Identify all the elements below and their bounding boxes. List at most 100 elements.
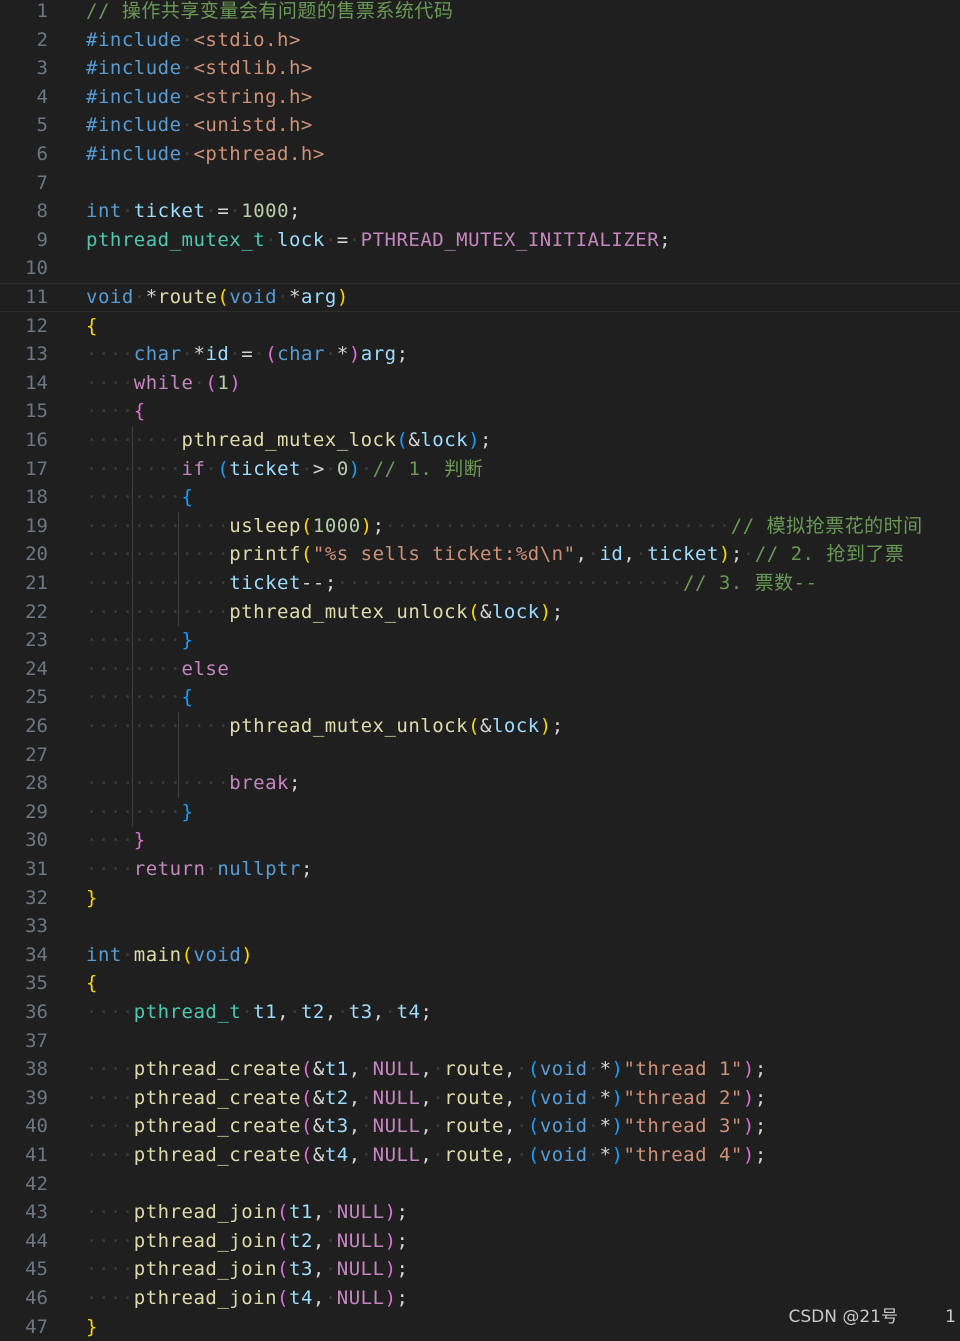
code-token: ············	[86, 715, 230, 737]
code-line[interactable]: 4 #include·<string.h>	[0, 83, 960, 112]
code-line[interactable]: 2 #include·<stdio.h>	[0, 26, 960, 55]
code-line[interactable]: 45 ····pthread_join(t3,·NULL);	[0, 1255, 960, 1284]
code-line[interactable]: 16 ········pthread_mutex_lock(&lock);	[0, 426, 960, 455]
code-line[interactable]: 19 ············usleep(1000);·············…	[0, 512, 960, 541]
code-line[interactable]: 29 ········}	[0, 798, 960, 827]
code-line[interactable]: 3 #include·<stdlib.h>	[0, 54, 960, 83]
code-token: ;	[396, 343, 409, 366]
line-code[interactable]: ····pthread_t·t1,·t2,·t3,·t4;	[86, 998, 432, 1027]
code-line[interactable]: 26 ············pthread_mutex_unlock(&lock…	[0, 712, 960, 741]
code-line[interactable]: 38 ····pthread_create(&t1,·NULL,·route,·(…	[0, 1055, 960, 1084]
line-code[interactable]: ············ticket--;···················…	[86, 569, 818, 598]
line-code[interactable]: ····pthread_create(&t1,·NULL,·route,·(vo…	[86, 1055, 767, 1084]
code-line[interactable]: 8 int·ticket·=·1000;	[0, 197, 960, 226]
line-code[interactable]: // 操作共享变量会有问题的售票系统代码	[86, 0, 453, 26]
line-code[interactable]: ····}	[86, 826, 146, 855]
code-token: ,	[504, 1058, 516, 1081]
line-code[interactable]: ····pthread_join(t1,·NULL);	[86, 1198, 408, 1227]
line-number: 32	[25, 886, 48, 909]
line-code[interactable]: void·*route(void·*arg)	[86, 284, 349, 311]
code-line[interactable]: 12 {	[0, 312, 960, 341]
code-line[interactable]: 32}	[0, 884, 960, 913]
code-line[interactable]: 14 ····while·(1)	[0, 369, 960, 398]
line-code[interactable]: #include·<string.h>	[86, 83, 313, 112]
line-code[interactable]: ········pthread_mutex_lock(&lock);	[86, 426, 492, 455]
code-line[interactable]: 37	[0, 1027, 960, 1056]
line-code[interactable]: #include·<unistd.h>	[86, 111, 313, 140]
line-code[interactable]: ····pthread_create(&t3,·NULL,·route,·(vo…	[86, 1112, 767, 1141]
code-line[interactable]: 36 ····pthread_t·t1,·t2,·t3,·t4;	[0, 998, 960, 1027]
line-code[interactable]: ····return·nullptr;	[86, 855, 313, 884]
code-line[interactable]: 27	[0, 741, 960, 770]
line-code[interactable]: #include·<stdio.h>	[86, 26, 301, 55]
line-code[interactable]: int·main(void)	[86, 941, 253, 970]
code-line[interactable]: 25 ········{	[0, 683, 960, 712]
code-line[interactable]: 10	[0, 254, 960, 283]
code-token: // 操作共享变量会有问题的售票系统代码	[86, 0, 454, 22]
line-code[interactable]: ········}	[86, 798, 193, 827]
code-line[interactable]: 5 #include·<unistd.h>	[0, 111, 960, 140]
line-code[interactable]: pthread_mutex_t·lock·=·PTHREAD_MUTEX_INI…	[86, 226, 671, 255]
line-code[interactable]: ····char·*id·=·(char·*)arg;	[86, 340, 409, 369]
code-line[interactable]: 43 ····pthread_join(t1,·NULL);	[0, 1198, 960, 1227]
code-line[interactable]: 15 ····{	[0, 397, 960, 426]
code-line[interactable]: 20 ············printf("%s sells ticket:%d…	[0, 540, 960, 569]
code-token: ····	[86, 1201, 134, 1224]
code-line[interactable]: 13 ····char·*id·=·(char·*)arg;	[0, 340, 960, 369]
code-line[interactable]: 35 {	[0, 969, 960, 998]
code-token: (	[527, 1115, 540, 1138]
line-code[interactable]: ····pthread_join(t2,·NULL);	[86, 1227, 408, 1256]
code-line[interactable]: 39 ····pthread_create(&t2,·NULL,·route,·(…	[0, 1084, 960, 1113]
line-code[interactable]: {	[86, 969, 98, 998]
line-code[interactable]: }	[86, 1313, 98, 1341]
code-line[interactable]: 28 ············break;	[0, 769, 960, 798]
code-token: route	[444, 1086, 504, 1109]
line-code[interactable]: }	[86, 884, 98, 913]
code-line[interactable]: 23 ········}	[0, 626, 960, 655]
code-line[interactable]: 22 ············pthread_mutex_unlock(&lock…	[0, 598, 960, 627]
line-code[interactable]: ····pthread_create(&t2,·NULL,·route,·(vo…	[86, 1084, 767, 1113]
code-editor[interactable]: 1// 操作共享变量会有问题的售票系统代码 2 #include·<stdio.h>…	[0, 0, 960, 1338]
line-code[interactable]: #include·<stdlib.h>	[86, 54, 313, 83]
line-code[interactable]: ············pthread_mutex_unlock(&lock);	[86, 712, 564, 741]
line-code[interactable]: {	[86, 312, 98, 341]
line-code[interactable]: #include·<pthread.h>	[86, 140, 325, 169]
code-line[interactable]: 40 ····pthread_create(&t3,·NULL,·route,·(…	[0, 1112, 960, 1141]
line-code[interactable]: ····while·(1)	[86, 369, 241, 398]
code-token: NULL	[372, 1086, 421, 1109]
line-code[interactable]: ····pthread_join(t3,·NULL);	[86, 1255, 408, 1284]
code-line[interactable]: 44 ····pthread_join(t2,·NULL);	[0, 1227, 960, 1256]
line-code[interactable]: ········{	[86, 683, 193, 712]
code-line[interactable]: 33	[0, 912, 960, 941]
code-line[interactable]: 41 ····pthread_create(&t4,·NULL,·route,·(…	[0, 1141, 960, 1170]
code-token: *	[193, 343, 206, 366]
code-line[interactable]: 11 void·*route(void·*arg)	[0, 283, 960, 312]
code-line[interactable]: 42	[0, 1170, 960, 1199]
line-code[interactable]: ····pthread_create(&t4,·NULL,·route,·(vo…	[86, 1141, 767, 1170]
code-line[interactable]: 1 // 操作共享变量会有问题的售票系统代码	[0, 0, 960, 26]
line-code[interactable]: ····pthread_join(t4,·NULL);	[86, 1284, 408, 1313]
line-code[interactable]: ········if·(ticket·>·0)·// 1. 判断	[86, 455, 483, 484]
code-line[interactable]: 30 ····}	[0, 826, 960, 855]
code-line[interactable]: 9 pthread_mutex_t·lock·=·PTHREAD_MUTEX_IN…	[0, 226, 960, 255]
code-line[interactable]: 6 #include·<pthread.h>	[0, 140, 960, 169]
line-code[interactable]: ············pthread_mutex_unlock(&lock);	[86, 598, 564, 627]
line-number: 9	[36, 228, 48, 251]
line-code[interactable]: ········else	[86, 655, 229, 684]
code-line[interactable]: 24 ········else	[0, 655, 960, 684]
code-line[interactable]: 18 ········{	[0, 483, 960, 512]
line-code[interactable]: ············printf("%s sells ticket:%d\n…	[86, 540, 904, 569]
line-number: 12	[25, 314, 48, 337]
code-line[interactable]: 7	[0, 169, 960, 198]
code-token: id	[599, 543, 624, 566]
line-code[interactable]: ····{	[86, 397, 146, 426]
line-code[interactable]: int·ticket·=·1000;	[86, 197, 301, 226]
line-code[interactable]: ········}	[86, 626, 193, 655]
line-code[interactable]: ············break;	[86, 769, 301, 798]
code-line[interactable]: 31 ····return·nullptr;	[0, 855, 960, 884]
code-line[interactable]: 21 ············ticket--;·················…	[0, 569, 960, 598]
line-code[interactable]: ············usleep(1000);···············…	[86, 512, 923, 541]
code-line[interactable]: 17 ········if·(ticket·>·0)·// 1. 判断	[0, 455, 960, 484]
code-line[interactable]: 34 int·main(void)	[0, 941, 960, 970]
line-code[interactable]: ········{	[86, 483, 193, 512]
